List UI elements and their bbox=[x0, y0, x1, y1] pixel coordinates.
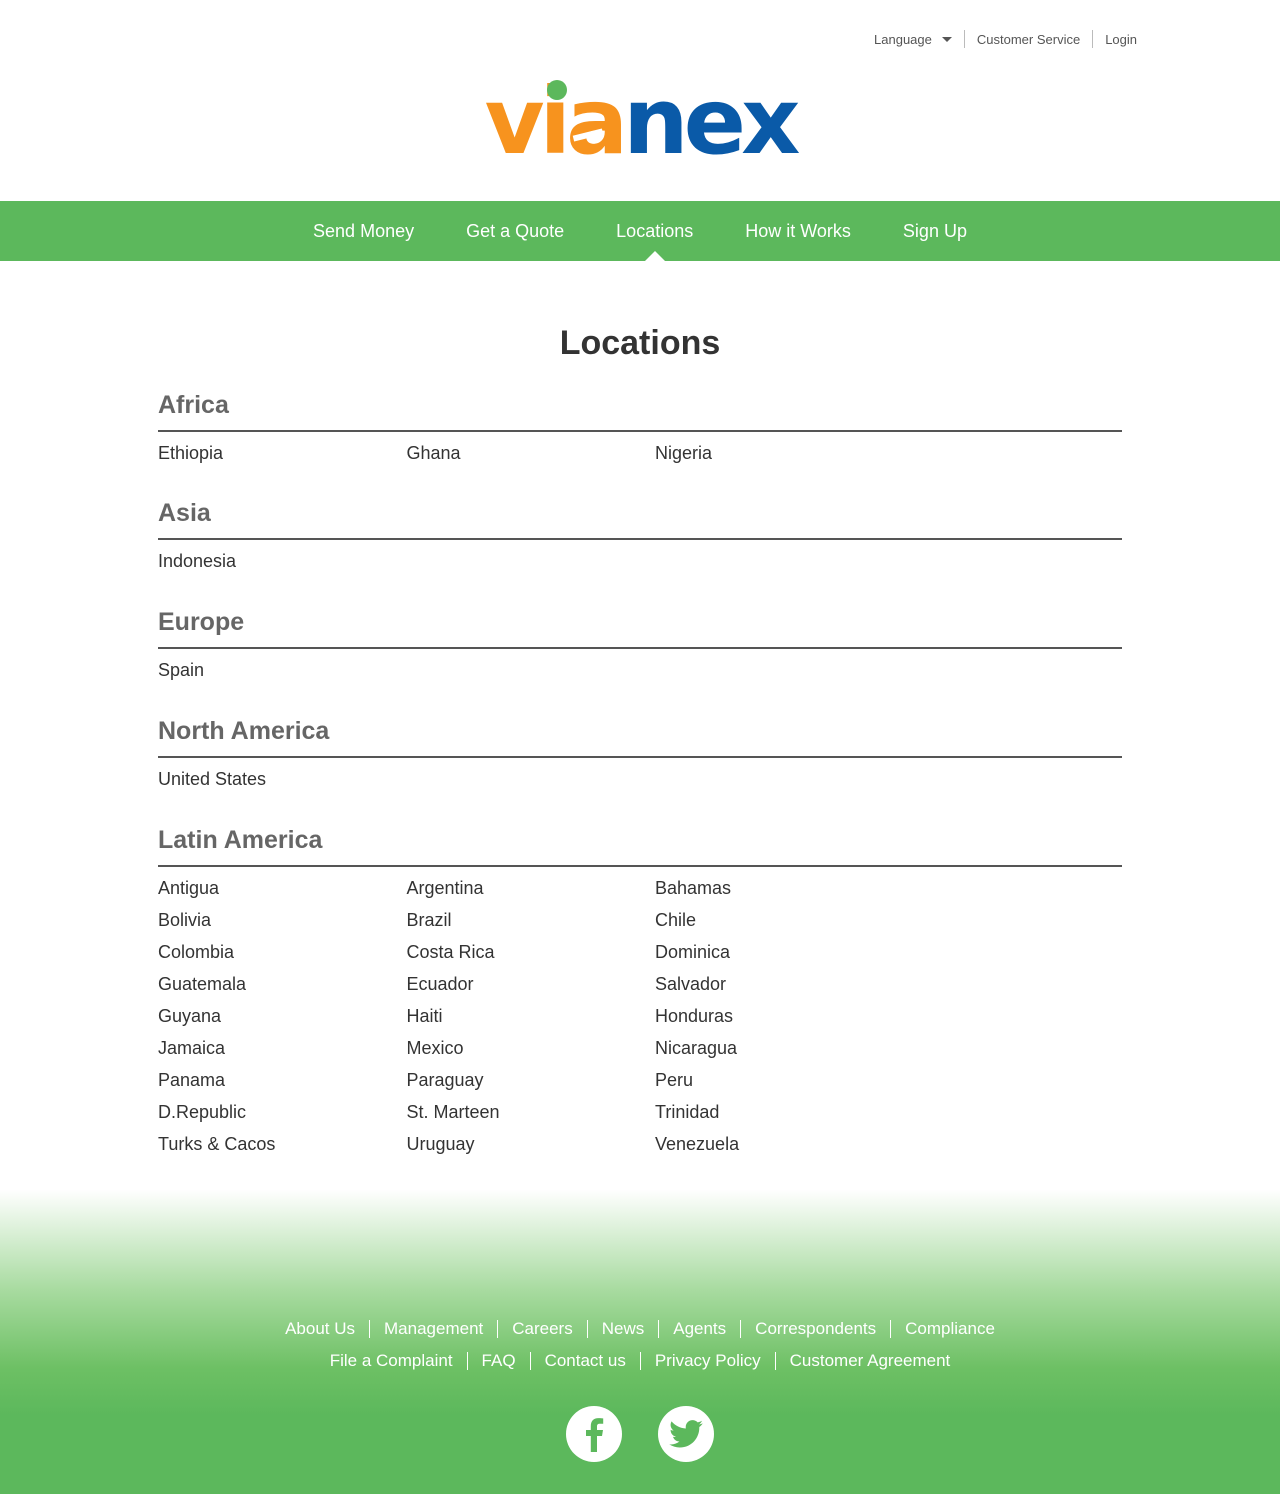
country-link[interactable]: Turks & Cacos bbox=[158, 1133, 407, 1165]
region-section: Asia Indonesia bbox=[158, 495, 1122, 582]
country-link[interactable]: Guyana bbox=[158, 1005, 407, 1037]
footer-link[interactable]: Management bbox=[369, 1320, 497, 1338]
country-link[interactable]: Costa Rica bbox=[407, 941, 656, 973]
region-title: Africa bbox=[158, 387, 1122, 432]
country-link[interactable]: Venezuela bbox=[655, 1133, 904, 1165]
footer-link[interactable]: Contact us bbox=[529, 1352, 640, 1370]
country-link[interactable]: Ghana bbox=[407, 442, 656, 474]
region-title: Europe bbox=[158, 604, 1122, 649]
footer-row-1: About Us Management Careers News Agents Corre… bbox=[0, 1313, 1280, 1345]
country-link[interactable]: D.Republic bbox=[158, 1101, 407, 1133]
social-links bbox=[0, 1406, 1280, 1462]
country-link[interactable]: Nicaragua bbox=[655, 1037, 904, 1069]
logo-wordmark: vianex bbox=[485, 72, 801, 172]
footer-row-2: File a Complaint FAQ Contact us Privacy Pol… bbox=[0, 1345, 1280, 1377]
country-grid: Indonesia bbox=[158, 540, 1122, 582]
country-link[interactable]: Trinidad bbox=[655, 1101, 904, 1133]
country-link[interactable]: Spain bbox=[158, 659, 407, 691]
page-title: Locations bbox=[559, 324, 721, 362]
language-selector[interactable]: Language bbox=[862, 30, 964, 48]
country-link[interactable]: St. Marteen bbox=[407, 1101, 656, 1133]
facebook-button[interactable] bbox=[566, 1406, 622, 1462]
country-grid: United States bbox=[158, 758, 1122, 800]
footer-link[interactable]: Careers bbox=[497, 1320, 586, 1338]
customer-service-link[interactable]: Customer Service bbox=[963, 30, 1092, 48]
country-link[interactable]: Argentina bbox=[407, 877, 656, 909]
country-link[interactable]: Salvador bbox=[655, 973, 904, 1005]
country-link[interactable]: Paraguay bbox=[407, 1069, 656, 1101]
country-link[interactable]: Peru bbox=[655, 1069, 904, 1101]
nav-how-it-works[interactable]: How it Works bbox=[719, 201, 877, 261]
country-link[interactable]: Ecuador bbox=[407, 973, 656, 1005]
country-link[interactable]: Mexico bbox=[407, 1037, 656, 1069]
logo-dot-icon bbox=[546, 80, 567, 100]
country-link[interactable]: Guatemala bbox=[158, 973, 407, 1005]
country-link[interactable]: Haiti bbox=[407, 1005, 656, 1037]
country-link[interactable]: Brazil bbox=[407, 909, 656, 941]
twitter-icon bbox=[669, 1420, 703, 1448]
country-link[interactable]: Jamaica bbox=[158, 1037, 407, 1069]
vianex-logo[interactable]: vianex bbox=[0, 72, 1280, 182]
region-title: Asia bbox=[158, 495, 1122, 540]
country-grid: Ethiopia Ghana Nigeria bbox=[158, 432, 1122, 474]
country-link[interactable]: Panama bbox=[158, 1069, 407, 1101]
footer-link[interactable]: File a Complaint bbox=[316, 1352, 467, 1370]
nav-send-money[interactable]: Send Money bbox=[287, 201, 440, 261]
footer: About Us Management Careers News Agents Corre… bbox=[0, 1180, 1280, 1494]
main-content: Locations Africa Ethiopia Ghana Nigeria Asia… bbox=[158, 261, 1122, 1154]
country-link[interactable]: Antigua bbox=[158, 877, 407, 909]
country-grid: Antigua Argentina Bahamas Bolivia Brazil Chil… bbox=[158, 867, 1122, 1165]
logo-part-nex: nex bbox=[623, 68, 800, 175]
country-link[interactable]: Colombia bbox=[158, 941, 407, 973]
login-link[interactable]: Login bbox=[1092, 30, 1137, 48]
country-link[interactable]: Ethiopia bbox=[158, 442, 407, 474]
footer-link[interactable]: FAQ bbox=[466, 1352, 530, 1370]
footer-link[interactable]: Privacy Policy bbox=[639, 1352, 775, 1370]
region-title: North America bbox=[158, 713, 1122, 758]
country-link[interactable]: Bahamas bbox=[655, 877, 904, 909]
footer-link[interactable]: News bbox=[586, 1320, 659, 1338]
footer-link[interactable]: Customer Agreement bbox=[774, 1352, 965, 1370]
footer-link[interactable]: Correspondents bbox=[740, 1320, 890, 1338]
region-title: Latin America bbox=[158, 822, 1122, 867]
country-link[interactable]: Honduras bbox=[655, 1005, 904, 1037]
region-section: North America United States bbox=[158, 713, 1122, 800]
region-section: Africa Ethiopia Ghana Nigeria bbox=[158, 387, 1122, 474]
country-link[interactable]: Uruguay bbox=[407, 1133, 656, 1165]
facebook-icon bbox=[586, 1418, 604, 1452]
country-link[interactable]: Dominica bbox=[655, 941, 904, 973]
footer-link[interactable]: Compliance bbox=[890, 1320, 1009, 1338]
footer-link[interactable]: Agents bbox=[658, 1320, 740, 1338]
country-link[interactable]: United States bbox=[158, 768, 407, 800]
main-nav: Send Money Get a Quote Locations How it … bbox=[0, 201, 1280, 261]
chevron-down-icon bbox=[941, 36, 952, 42]
nav-sign-up[interactable]: Sign Up bbox=[877, 201, 993, 261]
country-link[interactable]: Indonesia bbox=[158, 550, 407, 582]
footer-links: About Us Management Careers News Agents Corre… bbox=[0, 1313, 1280, 1377]
nav-locations[interactable]: Locations bbox=[590, 201, 719, 261]
country-grid: Spain bbox=[158, 649, 1122, 691]
twitter-button[interactable] bbox=[658, 1406, 714, 1462]
country-link[interactable]: Nigeria bbox=[655, 442, 904, 474]
country-link[interactable]: Bolivia bbox=[158, 909, 407, 941]
region-section: Latin America Antigua Argentina Bahamas Boli… bbox=[158, 822, 1122, 1165]
language-label: Language bbox=[874, 31, 932, 47]
country-link[interactable]: Chile bbox=[655, 909, 904, 941]
footer-link[interactable]: About Us bbox=[271, 1320, 369, 1338]
utility-bar: Language Customer Service Login bbox=[862, 30, 1137, 48]
region-section: Europe Spain bbox=[158, 604, 1122, 691]
nav-get-a-quote[interactable]: Get a Quote bbox=[440, 201, 590, 261]
